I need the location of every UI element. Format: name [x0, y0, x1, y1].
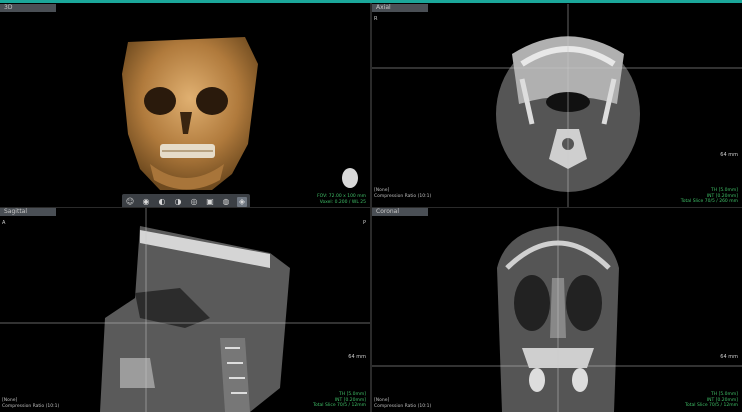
coronal-viewport[interactable]: Coronal 64 mm [None] Compression Ratio (… [372, 208, 742, 412]
scale-label: 64 mm [720, 152, 738, 158]
teeth-icon[interactable]: ▣ [205, 197, 215, 207]
axial-viewport[interactable]: Axial R 64 mm [None] Compression Ratio (… [372, 4, 742, 207]
skull-front-icon[interactable]: ◉ [141, 197, 151, 207]
pane-title-axial: Axial [372, 4, 428, 12]
horizontal-splitter[interactable] [0, 207, 742, 208]
orientation-label-left: A [2, 220, 6, 226]
sagittal-viewport[interactable]: Sagittal A P 64 mm [None] Compression Ra… [0, 208, 370, 412]
volume-render-viewport[interactable]: 3D FOV: 72.00 x 100 mm Voxel: 0.200 / WL… [0, 4, 370, 207]
sagittal-info-left: [None] Compression Ratio (10:1) [2, 398, 60, 409]
pane-title-coronal: Coronal [372, 208, 428, 216]
orientation-label-right: P [362, 220, 366, 226]
render-preset-toolbar: ☺ ◉ ◐ ◑ ◎ ▣ ◍ ◈ [122, 194, 250, 207]
pane-title-sagittal: Sagittal [0, 208, 56, 216]
skull-oblique-icon[interactable]: ◑ [173, 197, 183, 207]
axial-info-right: TH [5.0mm] INT [0.20mm] Total Slice 70/5… [680, 188, 738, 204]
coronal-info-right: TH [5.0mm] INT [0.20mm] Total Slice 70/5… [685, 392, 738, 408]
sagittal-info-right: TH [5.0mm] INT [0.20mm] Total Slice 70/5… [313, 392, 366, 408]
coronal-info-left: [None] Compression Ratio (10:1) [374, 398, 432, 409]
head-orientation-icon[interactable] [342, 168, 358, 188]
face-icon[interactable]: ☺ [125, 197, 135, 207]
settings-icon[interactable]: ◈ [237, 196, 247, 207]
bone-icon[interactable]: ◎ [189, 197, 199, 207]
orientation-label-left: R [374, 16, 378, 22]
skull-side-icon[interactable]: ◐ [157, 197, 167, 207]
sagittal-slice-image [0, 208, 370, 412]
scale-label: 64 mm [348, 354, 366, 360]
vr-info: FOV: 72.00 x 100 mm Voxel: 0.200 / WL 25 [317, 194, 366, 205]
axial-info-left: [None] Compression Ratio (10:1) [374, 188, 432, 199]
soft-tissue-icon[interactable]: ◍ [221, 197, 231, 207]
scale-label: 64 mm [720, 354, 738, 360]
axial-slice-image [372, 4, 742, 207]
coronal-slice-image [372, 208, 742, 412]
